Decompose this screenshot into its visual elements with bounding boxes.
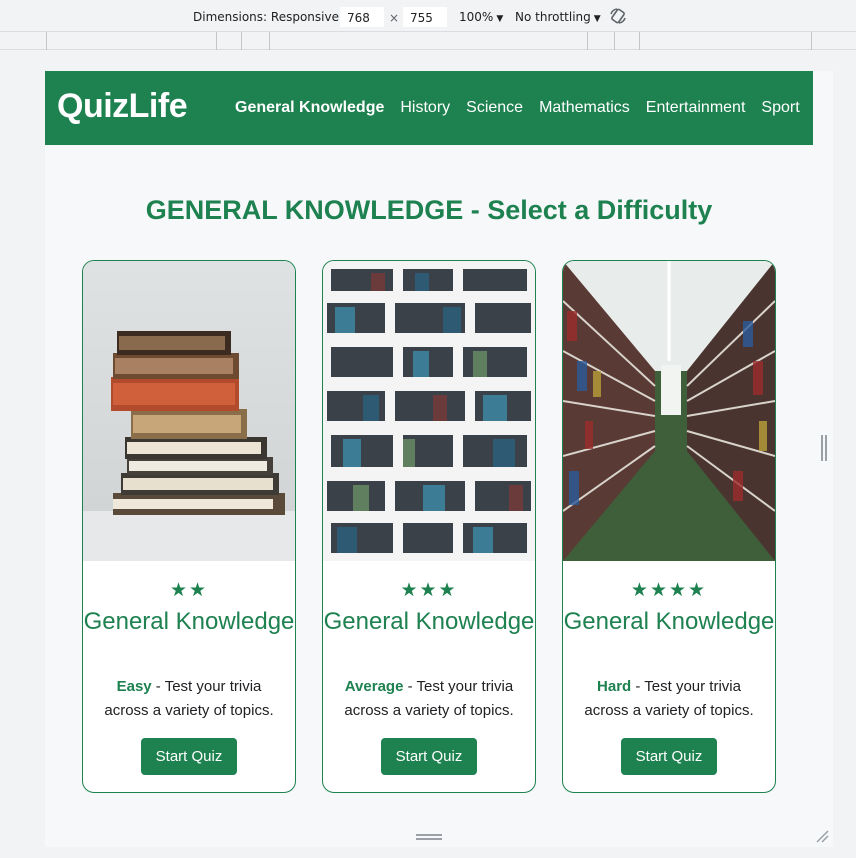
difficulty-level: Hard: [597, 678, 632, 695]
resize-handle-bottom[interactable]: [416, 833, 442, 841]
difficulty-level: Easy: [116, 678, 152, 695]
library-aisle-image: [563, 261, 775, 561]
zoom-label: 100%: [459, 10, 494, 24]
media-query-marker: [614, 32, 615, 50]
device-canvas: QuizLife General Knowledge History Scien…: [0, 51, 856, 858]
width-input[interactable]: 768: [340, 7, 384, 27]
zoom-dropdown[interactable]: 100% ▼: [459, 8, 503, 26]
throttling-label: No throttling: [515, 10, 591, 24]
nav-sport[interactable]: Sport: [761, 99, 799, 117]
media-query-marker: [639, 32, 640, 50]
difficulty-stars: ★★★★: [630, 579, 708, 601]
dimensions-label: Dimensions: Responsive: [193, 10, 339, 24]
resize-handle-right[interactable]: [820, 435, 828, 461]
bookshelf-image: [323, 261, 535, 561]
media-query-marker: [46, 32, 47, 50]
nav-mathematics[interactable]: Mathematics: [539, 99, 630, 117]
media-query-marker: [587, 32, 588, 50]
difficulty-stars: ★★: [169, 579, 209, 601]
card-description: Easy - Test your trivia across a variety…: [93, 675, 285, 723]
height-input[interactable]: 755: [403, 7, 447, 27]
card-title: General Knowledge: [323, 608, 535, 635]
media-query-marker: [269, 32, 270, 50]
card-description: Hard - Test your trivia across a variety…: [573, 675, 765, 723]
difficulty-level: Average: [344, 678, 404, 695]
nav-science[interactable]: Science: [466, 99, 523, 117]
media-query-marker: [216, 32, 217, 50]
card-title: General Knowledge: [83, 608, 295, 635]
nav-general-knowledge[interactable]: General Knowledge: [235, 99, 384, 117]
dimensions-dropdown[interactable]: Dimensions: Responsive▼: [193, 8, 349, 26]
media-query-bar[interactable]: [0, 32, 856, 50]
difficulty-card-easy: ★★ General Knowledge Easy - Test your tr…: [82, 260, 296, 793]
rotate-icon[interactable]: [609, 7, 627, 25]
caret-down-icon: ▼: [496, 14, 504, 24]
dimension-separator: ×: [389, 11, 400, 25]
navbar: QuizLife General Knowledge History Scien…: [45, 71, 813, 145]
page-viewport: QuizLife General Knowledge History Scien…: [45, 71, 833, 847]
difficulty-card-hard: ★★★★ General Knowledge Hard - Test your …: [562, 260, 776, 793]
media-query-marker: [241, 32, 242, 50]
throttling-dropdown[interactable]: No throttling ▼: [515, 8, 601, 26]
start-quiz-button-average[interactable]: Start Quiz: [381, 738, 477, 775]
page-title: GENERAL KNOWLEDGE - Select a Difficulty: [145, 195, 713, 225]
resize-handle-corner[interactable]: [815, 828, 829, 843]
difficulty-card-average: ★★★ General Knowledge Average - Test you…: [322, 260, 536, 793]
nav-links: General Knowledge History Science Mathem…: [235, 99, 816, 117]
stacked-books-image: [83, 261, 295, 561]
brand-logo[interactable]: QuizLife: [57, 87, 188, 126]
card-title: General Knowledge: [563, 608, 775, 635]
nav-entertainment[interactable]: Entertainment: [646, 99, 746, 117]
start-quiz-button-hard[interactable]: Start Quiz: [621, 738, 717, 775]
media-query-marker: [811, 32, 812, 50]
caret-down-icon: ▼: [593, 14, 601, 24]
difficulty-stars: ★★★: [400, 579, 458, 601]
start-quiz-button-easy[interactable]: Start Quiz: [141, 738, 237, 775]
nav-history[interactable]: History: [400, 99, 450, 117]
card-description: Average - Test your trivia across a vari…: [333, 675, 525, 723]
devtools-toolbar: Dimensions: Responsive▼ 768 × 755 100%▼ …: [0, 0, 856, 32]
